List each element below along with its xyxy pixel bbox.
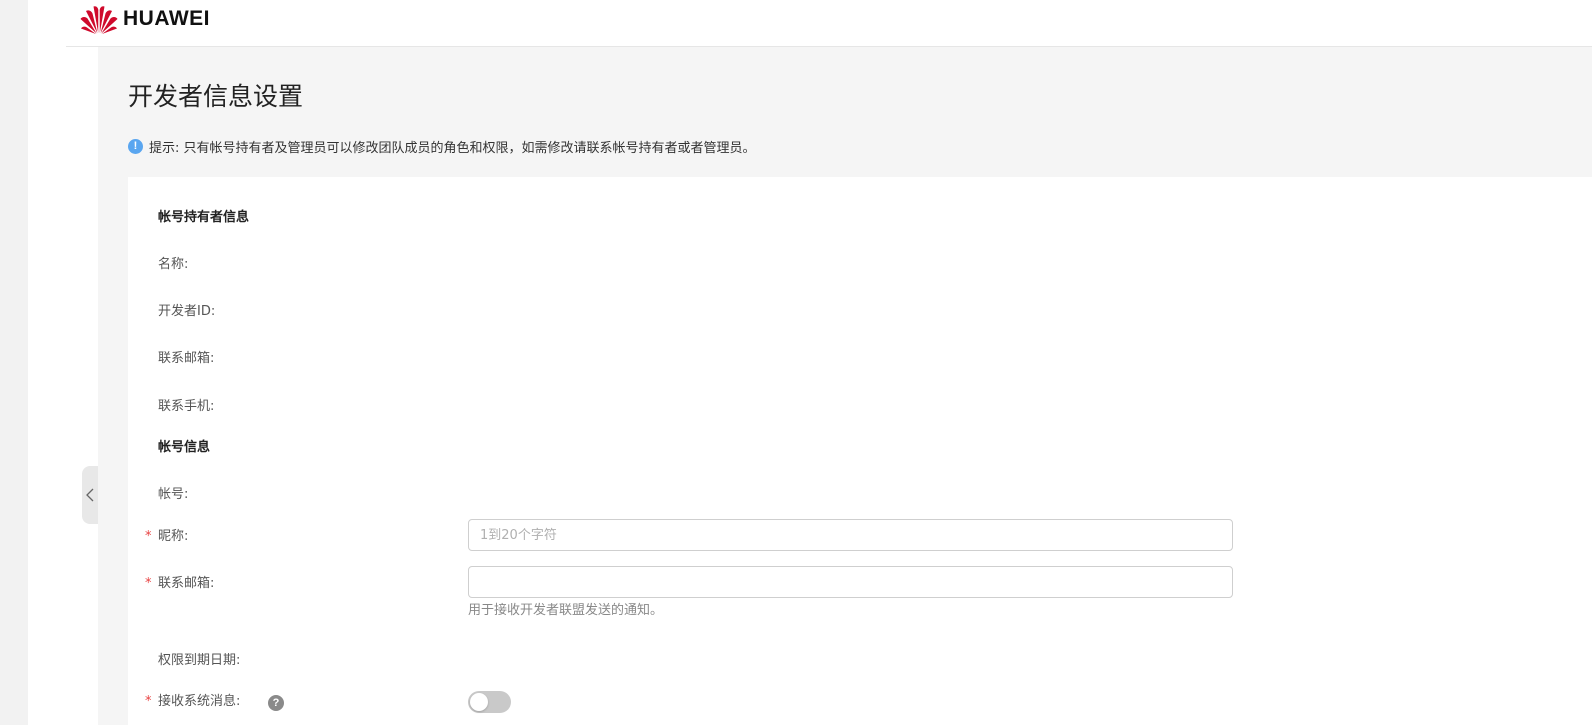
page-title: 开发者信息设置 — [128, 82, 304, 111]
info-icon: ! — [128, 138, 143, 154]
huawei-logo[interactable]: HUAWEI — [79, 4, 210, 34]
permission-notice: ! 提示: 只有帐号持有者及管理员可以修改团队成员的角色和权限，如需修改请联系帐… — [128, 137, 756, 156]
help-icon[interactable]: ? — [268, 695, 284, 711]
nickname-input[interactable] — [468, 519, 1233, 551]
required-marker: * — [145, 694, 152, 709]
sidebar-collapse-button[interactable] — [82, 466, 98, 524]
system-messages-toggle[interactable] — [468, 691, 511, 713]
contact-email-label: 联系邮箱: — [158, 576, 215, 591]
email-hint: 用于接收开发者联盟发送的通知。 — [468, 603, 664, 618]
permission-expiry-label: 权限到期日期: — [158, 653, 241, 668]
settings-card: 帐号持有者信息 名称: 开发者ID: 联系邮箱: 联系手机: 帐号信息 帐号: … — [128, 177, 1592, 725]
holder-phone-label: 联系手机: — [158, 399, 215, 414]
chevron-left-icon — [86, 488, 94, 502]
contact-email-input[interactable] — [468, 566, 1233, 598]
system-messages-label: 接收系统消息: — [158, 694, 241, 709]
huawei-flower-icon — [80, 6, 118, 34]
holder-section-title: 帐号持有者信息 — [158, 210, 250, 225]
brand-name: HUAWEI — [123, 7, 210, 30]
notice-text: 提示: 只有帐号持有者及管理员可以修改团队成员的角色和权限，如需修改请联系帐号持… — [149, 140, 756, 156]
holder-email-label: 联系邮箱: — [158, 351, 215, 366]
toggle-knob — [470, 693, 488, 711]
left-gutter — [0, 0, 28, 725]
nickname-label: 昵称: — [158, 529, 189, 544]
required-marker: * — [145, 529, 152, 544]
required-marker: * — [145, 576, 152, 591]
developer-id-label: 开发者ID: — [158, 304, 216, 319]
account-label: 帐号: — [158, 487, 189, 502]
top-header: HUAWEI — [66, 0, 1592, 47]
account-section-title: 帐号信息 — [158, 440, 211, 455]
holder-name-label: 名称: — [158, 257, 189, 272]
